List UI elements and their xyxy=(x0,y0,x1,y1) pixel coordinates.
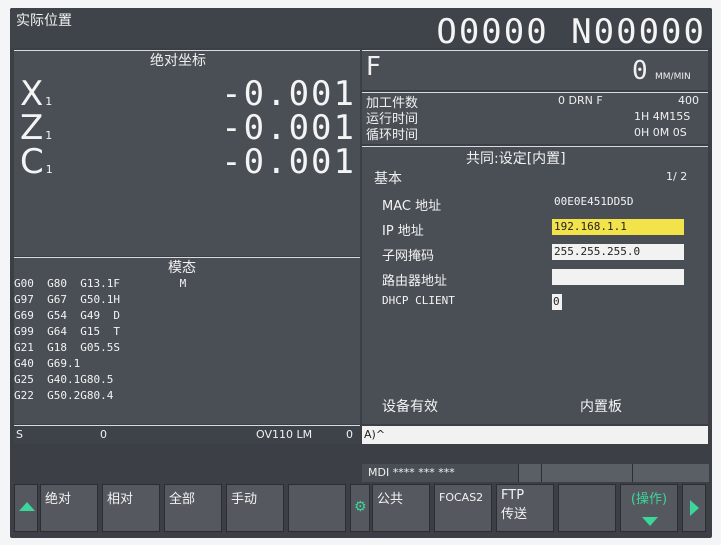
divider xyxy=(14,425,360,426)
subnet-mask-input[interactable]: 255.255.255.0 xyxy=(552,244,684,260)
axis-x-sub: 1 xyxy=(45,95,53,108)
softkey-common[interactable]: 公共 xyxy=(372,484,430,532)
settings-page: 1/ 2 xyxy=(666,170,688,183)
cycle-time-value: 0H 0M 0S xyxy=(634,126,687,139)
mode-slot xyxy=(541,464,632,482)
softkey-operation[interactable]: (操作) xyxy=(620,484,678,532)
ip-address-label: IP 地址 xyxy=(382,224,424,239)
cnc-screen: 实际位置 O0000 N00000 绝对坐标 X1 -0.001 Z1 -0.0… xyxy=(10,8,712,538)
modal-line: G25 G40.1G80.5 xyxy=(14,373,114,386)
mode-slot xyxy=(518,464,541,482)
gear-icon: ⚙ xyxy=(354,499,367,515)
divider xyxy=(362,146,708,147)
feed-value: 0 xyxy=(632,56,648,86)
cycle-time-label: 循环时间 xyxy=(366,128,419,143)
axis-c-value: -0.001 xyxy=(221,142,356,182)
device-valid-label: 设备有效 xyxy=(382,399,438,415)
page-title: 实际位置 xyxy=(16,13,72,29)
modal-line: G21 G18 G05.5S xyxy=(14,341,120,354)
feed-unit: MM/MIN xyxy=(655,72,691,82)
mac-address-value: 00E0E451DD5D xyxy=(552,194,684,210)
triangle-right-icon xyxy=(690,500,699,516)
input-line[interactable] xyxy=(362,426,708,444)
ip-address-input[interactable]: 192.168.1.1 xyxy=(552,219,684,235)
modal-line: G00 G80 G13.1F M xyxy=(14,277,187,290)
mode-status: MDI **** *** *** xyxy=(368,466,455,479)
subnet-mask-label: 子网掩码 xyxy=(382,249,435,264)
run-time-value: 1H 4M15S xyxy=(634,110,691,123)
softkey-relative[interactable]: 相对 xyxy=(102,484,160,532)
softkey-manual[interactable]: 手动 xyxy=(226,484,284,532)
mac-address-label: MAC 地址 xyxy=(382,199,442,214)
ftp-transfer-label: 传送 xyxy=(501,507,528,522)
modal-line: G22 G50.2G80.4 xyxy=(14,389,114,402)
feed-label: F xyxy=(366,52,381,82)
operation-label: (操作) xyxy=(630,492,668,507)
override-status: OV110 LM xyxy=(256,428,313,441)
settings-group: 基本 xyxy=(374,171,402,187)
axis-c-name: C xyxy=(20,142,44,182)
softkey-empty[interactable] xyxy=(288,484,346,532)
program-number: O0000 N00000 xyxy=(436,12,706,52)
mode-slot xyxy=(632,464,709,482)
device-valid-value: 内置板 xyxy=(580,399,622,415)
softkey-ftp[interactable]: FTP 传送 xyxy=(496,484,554,532)
axis-z-sub: 1 xyxy=(45,129,53,142)
input-prompt: A)^ xyxy=(364,428,386,441)
modal-section-title: 模态 xyxy=(168,260,196,276)
spindle-label: S xyxy=(16,428,23,441)
divider xyxy=(362,50,708,51)
axis-c-label: C1 xyxy=(20,142,53,182)
router-address-input[interactable] xyxy=(552,269,684,285)
softkey-next[interactable] xyxy=(682,484,706,532)
triangle-down-icon xyxy=(642,517,658,526)
router-address-label: 路由器地址 xyxy=(382,274,448,289)
dhcp-client-label: DHCP CLIENT xyxy=(382,294,455,307)
modal-line: G40 G69.1 xyxy=(14,357,81,370)
axis-c-sub: 1 xyxy=(45,163,53,176)
spindle-value: 0 xyxy=(100,428,107,441)
softkey-all[interactable]: 全部 xyxy=(164,484,222,532)
softkey-absolute[interactable]: 绝对 xyxy=(40,484,98,532)
parts-count-right: 400 xyxy=(678,94,699,107)
modal-line: G97 G67 G50.1H xyxy=(14,293,120,306)
softkey-prev[interactable] xyxy=(14,484,38,532)
dhcp-client-input[interactable]: 0 xyxy=(552,294,562,310)
modal-line: G69 G54 G49 D xyxy=(14,309,120,322)
abs-section-title: 绝对坐标 xyxy=(150,53,206,69)
settings-title: 共同:设定[内置] xyxy=(466,151,566,167)
parts-count-mid: 0 DRN F xyxy=(558,94,603,107)
softkey-separator: ⚙ xyxy=(350,484,370,532)
lm-value: 0 xyxy=(346,428,353,441)
softkey-focas2[interactable]: FOCAS2 xyxy=(434,484,492,532)
feed-panel xyxy=(362,50,708,90)
modal-line: G99 G64 G15 T xyxy=(14,325,120,338)
triangle-up-icon xyxy=(19,502,35,511)
ftp-label: FTP xyxy=(501,488,525,503)
softkey-empty[interactable] xyxy=(558,484,616,532)
